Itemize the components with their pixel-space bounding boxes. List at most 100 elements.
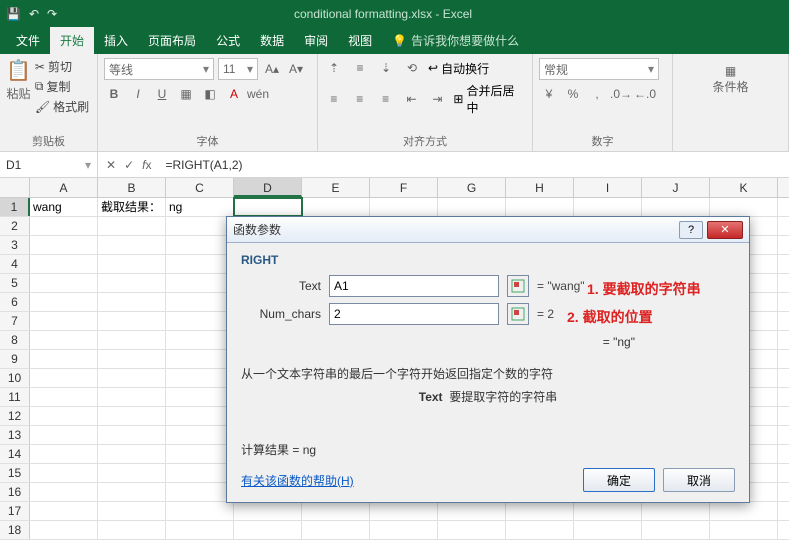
col-header-h[interactable]: H [506,178,574,197]
cell[interactable] [642,521,710,539]
dialog-titlebar[interactable]: 函数参数 ? ✕ [227,217,749,243]
row-header-5[interactable]: 5 [0,274,30,292]
cell[interactable] [98,464,166,482]
cell[interactable] [30,521,98,539]
cell[interactable] [98,236,166,254]
cell[interactable] [438,502,506,520]
cell[interactable] [710,521,778,539]
cell[interactable] [166,464,234,482]
align-bottom-icon[interactable]: ⇣ [376,58,396,78]
col-header-g[interactable]: G [438,178,506,197]
cell[interactable] [166,293,234,311]
cell[interactable] [30,217,98,235]
fill-color-button[interactable]: ◧ [200,84,220,104]
cancel-button[interactable]: 取消 [663,468,735,492]
cell[interactable] [98,312,166,330]
wrap-text-button[interactable]: ↩自动换行 [428,60,489,77]
cell[interactable] [302,521,370,539]
cell[interactable] [166,502,234,520]
cell[interactable] [30,426,98,444]
col-header-c[interactable]: C [166,178,234,197]
align-right-icon[interactable]: ≡ [376,89,396,109]
cell[interactable] [98,255,166,273]
cell[interactable]: 截取结果： [98,198,166,216]
col-header-k[interactable]: K [710,178,778,197]
cell[interactable] [98,217,166,235]
italic-button[interactable]: I [128,84,148,104]
redo-icon[interactable]: ↷ [47,7,57,21]
cell[interactable] [302,198,370,216]
phonetic-button[interactable]: wén [248,84,268,104]
row-header-17[interactable]: 17 [0,502,30,520]
row-header-2[interactable]: 2 [0,217,30,235]
cell[interactable] [30,236,98,254]
align-center-icon[interactable]: ≡ [350,89,370,109]
formula-input[interactable]: =RIGHT(A1,2) [159,158,789,172]
cell[interactable] [30,483,98,501]
copy-button[interactable]: ⧉复制 [35,78,89,95]
cell[interactable] [166,445,234,463]
cell[interactable] [166,407,234,425]
help-button[interactable]: ? [679,221,703,239]
ref-picker-button[interactable] [507,303,529,325]
name-box[interactable]: D1▾ [0,152,98,177]
cell[interactable] [98,521,166,539]
cell[interactable] [30,350,98,368]
cell[interactable] [166,483,234,501]
help-link[interactable]: 有关该函数的帮助(H) [241,472,354,489]
cell[interactable] [574,502,642,520]
cell[interactable] [30,312,98,330]
select-all-corner[interactable] [0,178,30,197]
row-header-7[interactable]: 7 [0,312,30,330]
row-header-3[interactable]: 3 [0,236,30,254]
currency-icon[interactable]: ¥ [539,84,559,104]
cell[interactable] [30,274,98,292]
align-left-icon[interactable]: ≡ [324,89,344,109]
paste-button[interactable]: 📋粘贴 [6,58,31,115]
bold-button[interactable]: B [104,84,124,104]
cell[interactable] [166,521,234,539]
cell[interactable] [30,502,98,520]
cell[interactable] [98,350,166,368]
cell[interactable] [710,198,778,216]
cell[interactable] [98,369,166,387]
cell[interactable] [166,236,234,254]
accept-formula-icon[interactable]: ✓ [124,158,134,172]
row-header-4[interactable]: 4 [0,255,30,273]
merge-center-button[interactable]: ⊞合并后居中 [453,82,526,116]
col-header-b[interactable]: B [98,178,166,197]
cell[interactable] [98,407,166,425]
ok-button[interactable]: 确定 [583,468,655,492]
indent-inc-icon[interactable]: ⇥ [428,89,448,109]
cell[interactable] [438,521,506,539]
cell[interactable] [30,445,98,463]
cell[interactable] [30,369,98,387]
row-header-10[interactable]: 10 [0,369,30,387]
ref-picker-button[interactable] [507,275,529,297]
cell[interactable] [166,388,234,406]
underline-button[interactable]: U [152,84,172,104]
align-middle-icon[interactable]: ≡ [350,58,370,78]
tab-data[interactable]: 数据 [250,27,294,54]
cut-button[interactable]: ✂剪切 [35,58,89,75]
arg-input-text[interactable] [329,275,499,297]
format-painter-button[interactable]: 🖌格式刷 [35,98,89,115]
tab-view[interactable]: 视图 [338,27,382,54]
cell[interactable] [710,502,778,520]
row-header-8[interactable]: 8 [0,331,30,349]
cell[interactable] [98,502,166,520]
border-button[interactable]: ▦ [176,84,196,104]
row-header-16[interactable]: 16 [0,483,30,501]
cell[interactable] [166,312,234,330]
cell[interactable] [98,426,166,444]
tab-formulas[interactable]: 公式 [206,27,250,54]
col-header-f[interactable]: F [370,178,438,197]
indent-dec-icon[interactable]: ⇤ [402,89,422,109]
tab-review[interactable]: 审阅 [294,27,338,54]
save-icon[interactable]: 💾 [6,7,21,21]
conditional-format-button[interactable]: ▦ 条件格 [679,58,782,95]
cell[interactable] [30,407,98,425]
row-header-12[interactable]: 12 [0,407,30,425]
cell[interactable] [98,274,166,292]
cell[interactable] [370,502,438,520]
